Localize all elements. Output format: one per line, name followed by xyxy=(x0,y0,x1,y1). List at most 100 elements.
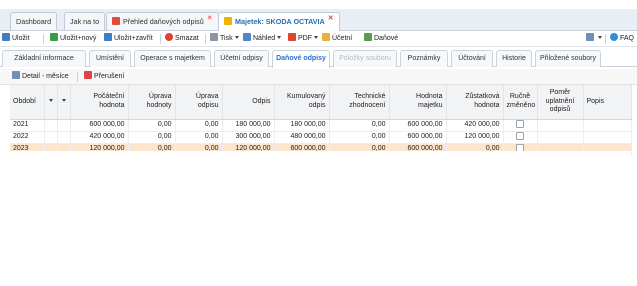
col-popis[interactable]: Popis xyxy=(583,85,632,120)
cell-obdobi: 2022 xyxy=(10,131,45,144)
depreciation-table: Období Počáteční hodnota Úprava hodnoty … xyxy=(10,85,632,156)
doc-tab-majetek[interactable]: Majetek: SKODA OCTAVIA ✕ xyxy=(218,12,340,31)
tab-operace-s-majetkem[interactable]: Operace s majetkem xyxy=(134,50,211,67)
manual-checkbox[interactable] xyxy=(516,131,524,140)
pdf-button[interactable]: PDF xyxy=(288,33,318,45)
separator xyxy=(605,34,606,44)
col-obdobi[interactable]: Období xyxy=(10,85,45,120)
header-row: Období Počáteční hodnota Úprava hodnoty … xyxy=(10,85,632,120)
layout-menu-button[interactable] xyxy=(586,33,602,45)
help-icon xyxy=(610,33,618,41)
manual-checkbox[interactable] xyxy=(516,119,524,128)
accounting-button[interactable]: Účetní xyxy=(322,33,352,45)
chevron-down-icon xyxy=(277,36,282,39)
tab-poznamky[interactable]: Poznámky xyxy=(400,50,448,67)
preview-icon xyxy=(243,33,251,41)
col-uprava-hodnoty[interactable]: Úprava hodnoty xyxy=(128,85,176,120)
col-sort-1[interactable] xyxy=(44,85,58,120)
tab-zakladni-informace[interactable]: Základní informace xyxy=(2,50,86,67)
pdf-icon xyxy=(288,33,296,41)
cell-uprava-hodnoty: 0,00 xyxy=(128,119,176,132)
cell-odpis: 300 000,00 xyxy=(222,131,275,144)
col-zustatkova-hodnota[interactable]: Zůstatková hodnota xyxy=(446,85,504,120)
delete-button[interactable]: Smazat xyxy=(165,33,199,45)
tab-danove-odpisy[interactable]: Daňové odpisy xyxy=(272,50,330,68)
cell-zustatkova: 420 000,00 xyxy=(446,119,504,132)
cell-empty xyxy=(44,131,58,144)
print-button[interactable]: Tisk xyxy=(210,33,239,45)
cell-kumulovany: 480 000,00 xyxy=(274,131,330,144)
separator xyxy=(205,34,206,44)
cell-hodnota-majetku: 600 000,00 xyxy=(389,131,447,144)
doc-tab-label: Dashboard xyxy=(16,17,52,26)
chevron-down-icon xyxy=(48,98,53,102)
faq-button[interactable]: FAQ xyxy=(610,33,634,45)
doc-tab-jak-na-to[interactable]: Jak na to xyxy=(64,12,106,30)
detail-months-button[interactable]: Detail - měsíce xyxy=(12,71,69,83)
tab-uctovani[interactable]: Účtování xyxy=(451,50,493,67)
floppy-plus-icon xyxy=(50,33,58,41)
save-close-button[interactable]: Uložit+zavřít xyxy=(104,33,153,45)
delete-icon xyxy=(165,33,173,41)
close-icon[interactable]: ✕ xyxy=(207,15,213,22)
layout-icon xyxy=(586,33,594,41)
col-pomer-uplatneni[interactable]: Poměr uplatnění odpisů xyxy=(537,85,584,120)
col-pocatecni-hodnota[interactable]: Počáteční hodnota xyxy=(70,85,129,120)
cell-pomer xyxy=(537,119,584,132)
separator xyxy=(160,34,161,44)
table-row[interactable]: 2022 420 000,00 0,00 0,00 300 000,00 480… xyxy=(10,131,632,144)
save-button[interactable]: Uložit xyxy=(2,33,30,45)
floppy-close-icon xyxy=(104,33,112,41)
cell-uprava-hodnoty: 0,00 xyxy=(128,131,176,144)
tab-ucetni-odpisy[interactable]: Účetní odpisy xyxy=(214,50,269,67)
cell-odpis: 180 000,00 xyxy=(222,119,275,132)
cell-pomer xyxy=(537,131,584,144)
cell-hodnota-majetku: 600 000,00 xyxy=(389,119,447,132)
cell-empty xyxy=(57,119,71,132)
col-kumulovany-odpis[interactable]: Kumulovaný odpis xyxy=(274,85,330,120)
report-icon xyxy=(112,17,120,25)
floppy-icon xyxy=(2,33,10,41)
col-hodnota-majetku[interactable]: Hodnota majetku xyxy=(389,85,447,120)
detail-tabs: Základní informace Umístění Operace s ma… xyxy=(0,49,637,68)
chevron-down-icon xyxy=(61,98,66,102)
tab-historie[interactable]: Historie xyxy=(496,50,532,67)
printer-icon xyxy=(210,33,218,41)
tab-umisteni[interactable]: Umístění xyxy=(89,50,131,67)
doc-tab-dashboard[interactable]: Dashboard xyxy=(10,12,58,30)
cell-uprava-odpisu: 0,00 xyxy=(175,131,223,144)
cell-rucne xyxy=(503,119,538,132)
col-technicke-zhodnoceni[interactable]: Technické zhodnocení xyxy=(329,85,390,120)
close-icon[interactable]: ✕ xyxy=(328,15,334,22)
doc-tab-label: Jak na to xyxy=(70,17,100,26)
doc-tab-label: Přehled daňových odpisů xyxy=(123,17,204,26)
doc-tab-prehled-odpisu[interactable]: Přehled daňových odpisů ✕ xyxy=(106,12,219,30)
grid-toolbar: Detail - měsíce Přerušení xyxy=(0,69,637,85)
cell-pocatecni: 420 000,00 xyxy=(70,131,129,144)
cell-pocatecni: 600 000,00 xyxy=(70,119,129,132)
save-new-button[interactable]: Uložit+nový xyxy=(50,33,96,45)
cell-technicke: 0,00 xyxy=(329,131,390,144)
accounting-icon xyxy=(322,33,330,41)
col-uprava-odpisu[interactable]: Úprava odpisu xyxy=(175,85,223,120)
chevron-down-icon xyxy=(234,36,239,39)
tab-prilozene-soubory[interactable]: Přiložené soubory xyxy=(535,50,601,67)
cell-popis xyxy=(583,119,632,132)
table-row[interactable]: 2021 600 000,00 0,00 0,00 180 000,00 180… xyxy=(10,119,632,132)
tax-icon xyxy=(364,33,372,41)
chevron-down-icon xyxy=(314,36,318,39)
doc-tab-label: Majetek: SKODA OCTAVIA xyxy=(235,17,325,26)
top-gap xyxy=(0,0,637,9)
preview-button[interactable]: Náhled xyxy=(243,33,282,45)
col-rucne-zmeneno[interactable]: Ručně změněno xyxy=(503,85,538,120)
cell-uprava-odpisu: 0,00 xyxy=(175,119,223,132)
interruption-icon xyxy=(84,71,92,79)
col-odpis[interactable]: Odpis xyxy=(222,85,275,120)
toolbar: Uložit Uložit+nový Uložit+zavřít Smazat … xyxy=(0,31,637,47)
col-sort-2[interactable] xyxy=(57,85,71,120)
cell-obdobi: 2021 xyxy=(10,119,45,132)
cell-empty xyxy=(57,131,71,144)
tax-button[interactable]: Daňové xyxy=(364,33,398,45)
interruption-button[interactable]: Přerušení xyxy=(84,71,124,83)
separator xyxy=(43,34,44,44)
